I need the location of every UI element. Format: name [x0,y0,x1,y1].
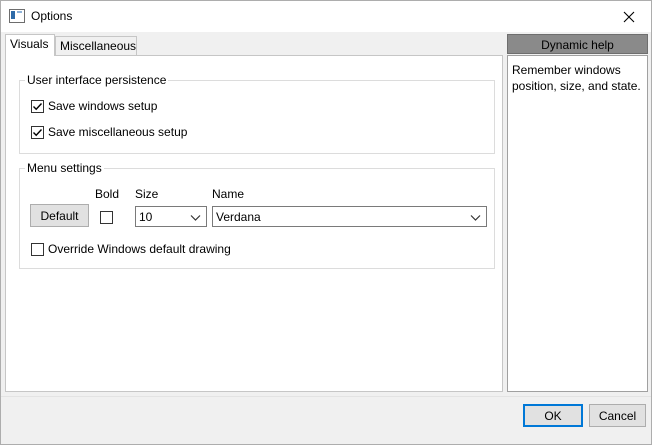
checkbox-checked-icon [31,99,44,113]
menu-settings-group-title: Menu settings [25,160,104,176]
tab-miscellaneous-label: Miscellaneous [60,39,137,53]
save-windows-setup-label: Save windows setup [48,99,158,113]
tab-miscellaneous[interactable]: Miscellaneous [55,36,137,55]
options-dialog: Options Visuals Miscellaneous User inter… [0,0,652,445]
save-misc-setup-checkbox[interactable]: Save miscellaneous setup [31,125,187,139]
footer-divider [1,396,651,397]
menu-settings-groupbox: Menu settings Bold Size Name Default 10 … [19,160,495,269]
bold-label: Bold [95,187,120,201]
close-button[interactable] [607,1,651,32]
window-title: Options [31,9,73,23]
dynamic-help-header: Dynamic help [507,34,648,54]
save-windows-setup-checkbox[interactable]: Save windows setup [31,99,157,113]
dynamic-help-panel: Remember windows position, size, and sta… [507,55,648,392]
cancel-button[interactable]: Cancel [589,404,646,427]
ok-button[interactable]: OK [523,404,583,427]
chevron-down-icon [470,215,481,221]
close-icon [623,11,635,22]
title-bar: Options [1,1,651,32]
name-label: Name [212,187,245,201]
tab-visuals-label: Visuals [10,37,49,51]
override-default-drawing-checkbox[interactable]: Override Windows default drawing [31,242,231,256]
checkbox-checked-icon [31,125,44,139]
tab-visuals[interactable]: Visuals [5,34,55,56]
default-button[interactable]: Default [30,204,89,227]
visuals-tab-panel: User interface persistence Save windows … [5,55,503,392]
dynamic-help-text: Remember windows position, size, and sta… [512,63,641,93]
font-name-select[interactable]: Verdana [212,206,487,227]
size-select-value: 10 [139,210,153,224]
chevron-down-icon [190,215,201,221]
checkbox-unchecked-icon [31,242,44,256]
save-misc-setup-label: Save miscellaneous setup [48,125,188,139]
size-select[interactable]: 10 [135,206,207,227]
persistence-group-title: User interface persistence [25,72,169,88]
font-name-select-value: Verdana [216,210,261,224]
size-label: Size [135,187,159,201]
bold-checkbox[interactable] [100,211,113,224]
app-window-icon [9,9,25,23]
persistence-groupbox: User interface persistence Save windows … [19,72,495,154]
override-default-drawing-label: Override Windows default drawing [48,242,231,256]
